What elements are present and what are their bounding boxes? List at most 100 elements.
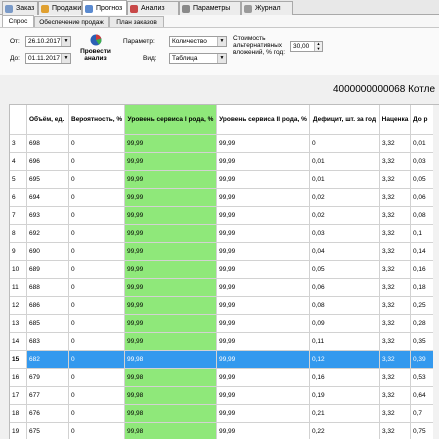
tab-journal[interactable]: Журнал <box>241 1 293 15</box>
cell-markup[interactable]: 3,32 <box>380 243 411 261</box>
cell-probability[interactable]: 0 <box>69 297 125 315</box>
col-header-service1[interactable]: Уровень сервиса I рода, % <box>125 105 217 135</box>
cell-probability[interactable]: 0 <box>69 387 125 405</box>
cell-volume[interactable]: 693 <box>27 207 69 225</box>
cell-deficit[interactable]: 0,12 <box>310 351 380 369</box>
table-row[interactable]: 12 686 0 99,99 99,99 0,08 3,32 0,25 <box>10 297 439 315</box>
col-header-service2[interactable]: Уровень сервиса II рода, % <box>217 105 310 135</box>
cell-markup[interactable]: 3,32 <box>380 261 411 279</box>
cell-probability[interactable]: 0 <box>69 189 125 207</box>
cell-probability[interactable]: 0 <box>69 243 125 261</box>
table-row[interactable]: 6 694 0 99,99 99,99 0,02 3,32 0,06 <box>10 189 439 207</box>
cell-markup[interactable]: 3,32 <box>380 369 411 387</box>
row-number[interactable]: 18 <box>10 405 27 423</box>
cell-volume[interactable]: 675 <box>27 423 69 439</box>
chevron-down-icon[interactable]: ▼ <box>217 37 226 46</box>
cell-service1[interactable]: 99,99 <box>125 153 217 171</box>
cell-volume[interactable]: 685 <box>27 315 69 333</box>
tab-analysis[interactable]: Анализ <box>127 1 179 15</box>
table-row[interactable]: 7 693 0 99,99 99,99 0,02 3,32 0,08 <box>10 207 439 225</box>
row-number[interactable]: 19 <box>10 423 27 439</box>
data-grid[interactable]: Объём, ед. Вероятность, % Уровень сервис… <box>9 104 439 439</box>
table-row[interactable]: 16 679 0 99,98 99,99 0,16 3,32 0,53 <box>10 369 439 387</box>
cell-probability[interactable]: 0 <box>69 351 125 369</box>
cell-markup[interactable]: 3,32 <box>380 351 411 369</box>
subtab-demand[interactable]: Спрос <box>2 15 34 27</box>
cell-deficit[interactable]: 0,01 <box>310 153 380 171</box>
cell-service2[interactable]: 99,99 <box>217 207 310 225</box>
row-number[interactable]: 16 <box>10 369 27 387</box>
cell-deficit[interactable]: 0,06 <box>310 279 380 297</box>
cell-markup[interactable]: 3,32 <box>380 423 411 439</box>
tab-order[interactable]: Заказ <box>2 1 38 15</box>
cell-deficit[interactable]: 0,16 <box>310 369 380 387</box>
table-row[interactable]: 14 683 0 99,99 99,99 0,11 3,32 0,35 <box>10 333 439 351</box>
table-row[interactable]: 18 676 0 99,98 99,99 0,21 3,32 0,7 <box>10 405 439 423</box>
cell-service1[interactable]: 99,99 <box>125 135 217 153</box>
cell-probability[interactable]: 0 <box>69 207 125 225</box>
cell-probability[interactable]: 0 <box>69 423 125 439</box>
tab-sales[interactable]: Продажи <box>38 1 82 15</box>
cell-markup[interactable]: 3,32 <box>380 225 411 243</box>
cell-service2[interactable]: 99,99 <box>217 189 310 207</box>
cell-deficit[interactable]: 0,02 <box>310 189 380 207</box>
col-header-probability[interactable]: Вероятность, % <box>69 105 125 135</box>
cell-probability[interactable]: 0 <box>69 261 125 279</box>
chevron-down-icon[interactable]: ▼ <box>217 54 226 63</box>
cell-markup[interactable]: 3,32 <box>380 189 411 207</box>
row-number[interactable]: 7 <box>10 207 27 225</box>
cell-service2[interactable]: 99,99 <box>217 315 310 333</box>
cell-volume[interactable]: 679 <box>27 369 69 387</box>
cell-service1[interactable]: 99,99 <box>125 243 217 261</box>
cell-service1[interactable]: 99,99 <box>125 333 217 351</box>
table-row[interactable]: 13 685 0 99,99 99,99 0,09 3,32 0,28 <box>10 315 439 333</box>
cell-probability[interactable]: 0 <box>69 333 125 351</box>
cell-deficit[interactable]: 0 <box>310 135 380 153</box>
cell-volume[interactable]: 696 <box>27 153 69 171</box>
analyze-button[interactable]: Провести анализ <box>79 33 112 68</box>
cell-service2[interactable]: 99,99 <box>217 297 310 315</box>
cell-probability[interactable]: 0 <box>69 279 125 297</box>
cell-service1[interactable]: 99,99 <box>125 261 217 279</box>
cell-deficit[interactable]: 0,01 <box>310 171 380 189</box>
cell-service1[interactable]: 99,98 <box>125 387 217 405</box>
cell-volume[interactable]: 683 <box>27 333 69 351</box>
cell-service2[interactable]: 99,99 <box>217 261 310 279</box>
cell-service1[interactable]: 99,99 <box>125 279 217 297</box>
cell-service2[interactable]: 99,99 <box>217 243 310 261</box>
row-number[interactable]: 8 <box>10 225 27 243</box>
row-number[interactable]: 14 <box>10 333 27 351</box>
table-row[interactable]: 11 688 0 99,99 99,99 0,06 3,32 0,18 <box>10 279 439 297</box>
cell-service2[interactable]: 99,99 <box>217 333 310 351</box>
table-row[interactable]: 10 689 0 99,99 99,99 0,05 3,32 0,16 <box>10 261 439 279</box>
cell-service1[interactable]: 99,99 <box>125 315 217 333</box>
cell-deficit[interactable]: 0,09 <box>310 315 380 333</box>
chevron-down-icon[interactable]: ▼ <box>61 37 70 46</box>
cell-markup[interactable]: 3,32 <box>380 171 411 189</box>
cell-markup[interactable]: 3,32 <box>380 405 411 423</box>
row-number[interactable]: 15 <box>10 351 27 369</box>
cell-markup[interactable]: 3,32 <box>380 333 411 351</box>
table-row[interactable]: 5 695 0 99,99 99,99 0,01 3,32 0,05 <box>10 171 439 189</box>
cell-deficit[interactable]: 0,03 <box>310 225 380 243</box>
table-row[interactable]: 9 690 0 99,99 99,99 0,04 3,32 0,14 <box>10 243 439 261</box>
cell-service2[interactable]: 99,99 <box>217 225 310 243</box>
cell-volume[interactable]: 692 <box>27 225 69 243</box>
tab-parameters[interactable]: Параметры <box>179 1 241 15</box>
cell-service2[interactable]: 99,99 <box>217 405 310 423</box>
col-header-volume[interactable]: Объём, ед. <box>27 105 69 135</box>
view-select[interactable]: Таблица ▼ <box>169 53 227 64</box>
date-to-field[interactable]: 01.11.2017 ▼ <box>25 53 71 64</box>
row-number[interactable]: 17 <box>10 387 27 405</box>
table-row[interactable]: 8 692 0 99,99 99,99 0,03 3,32 0,1 <box>10 225 439 243</box>
cell-markup[interactable]: 3,32 <box>380 153 411 171</box>
cell-markup[interactable]: 3,32 <box>380 297 411 315</box>
cell-volume[interactable]: 686 <box>27 297 69 315</box>
cell-volume[interactable]: 676 <box>27 405 69 423</box>
row-number[interactable]: 6 <box>10 189 27 207</box>
cell-volume[interactable]: 690 <box>27 243 69 261</box>
cell-service1[interactable]: 99,98 <box>125 369 217 387</box>
row-number[interactable]: 10 <box>10 261 27 279</box>
col-header-deficit[interactable]: Дефицит, шт. за год <box>310 105 380 135</box>
row-number[interactable]: 12 <box>10 297 27 315</box>
